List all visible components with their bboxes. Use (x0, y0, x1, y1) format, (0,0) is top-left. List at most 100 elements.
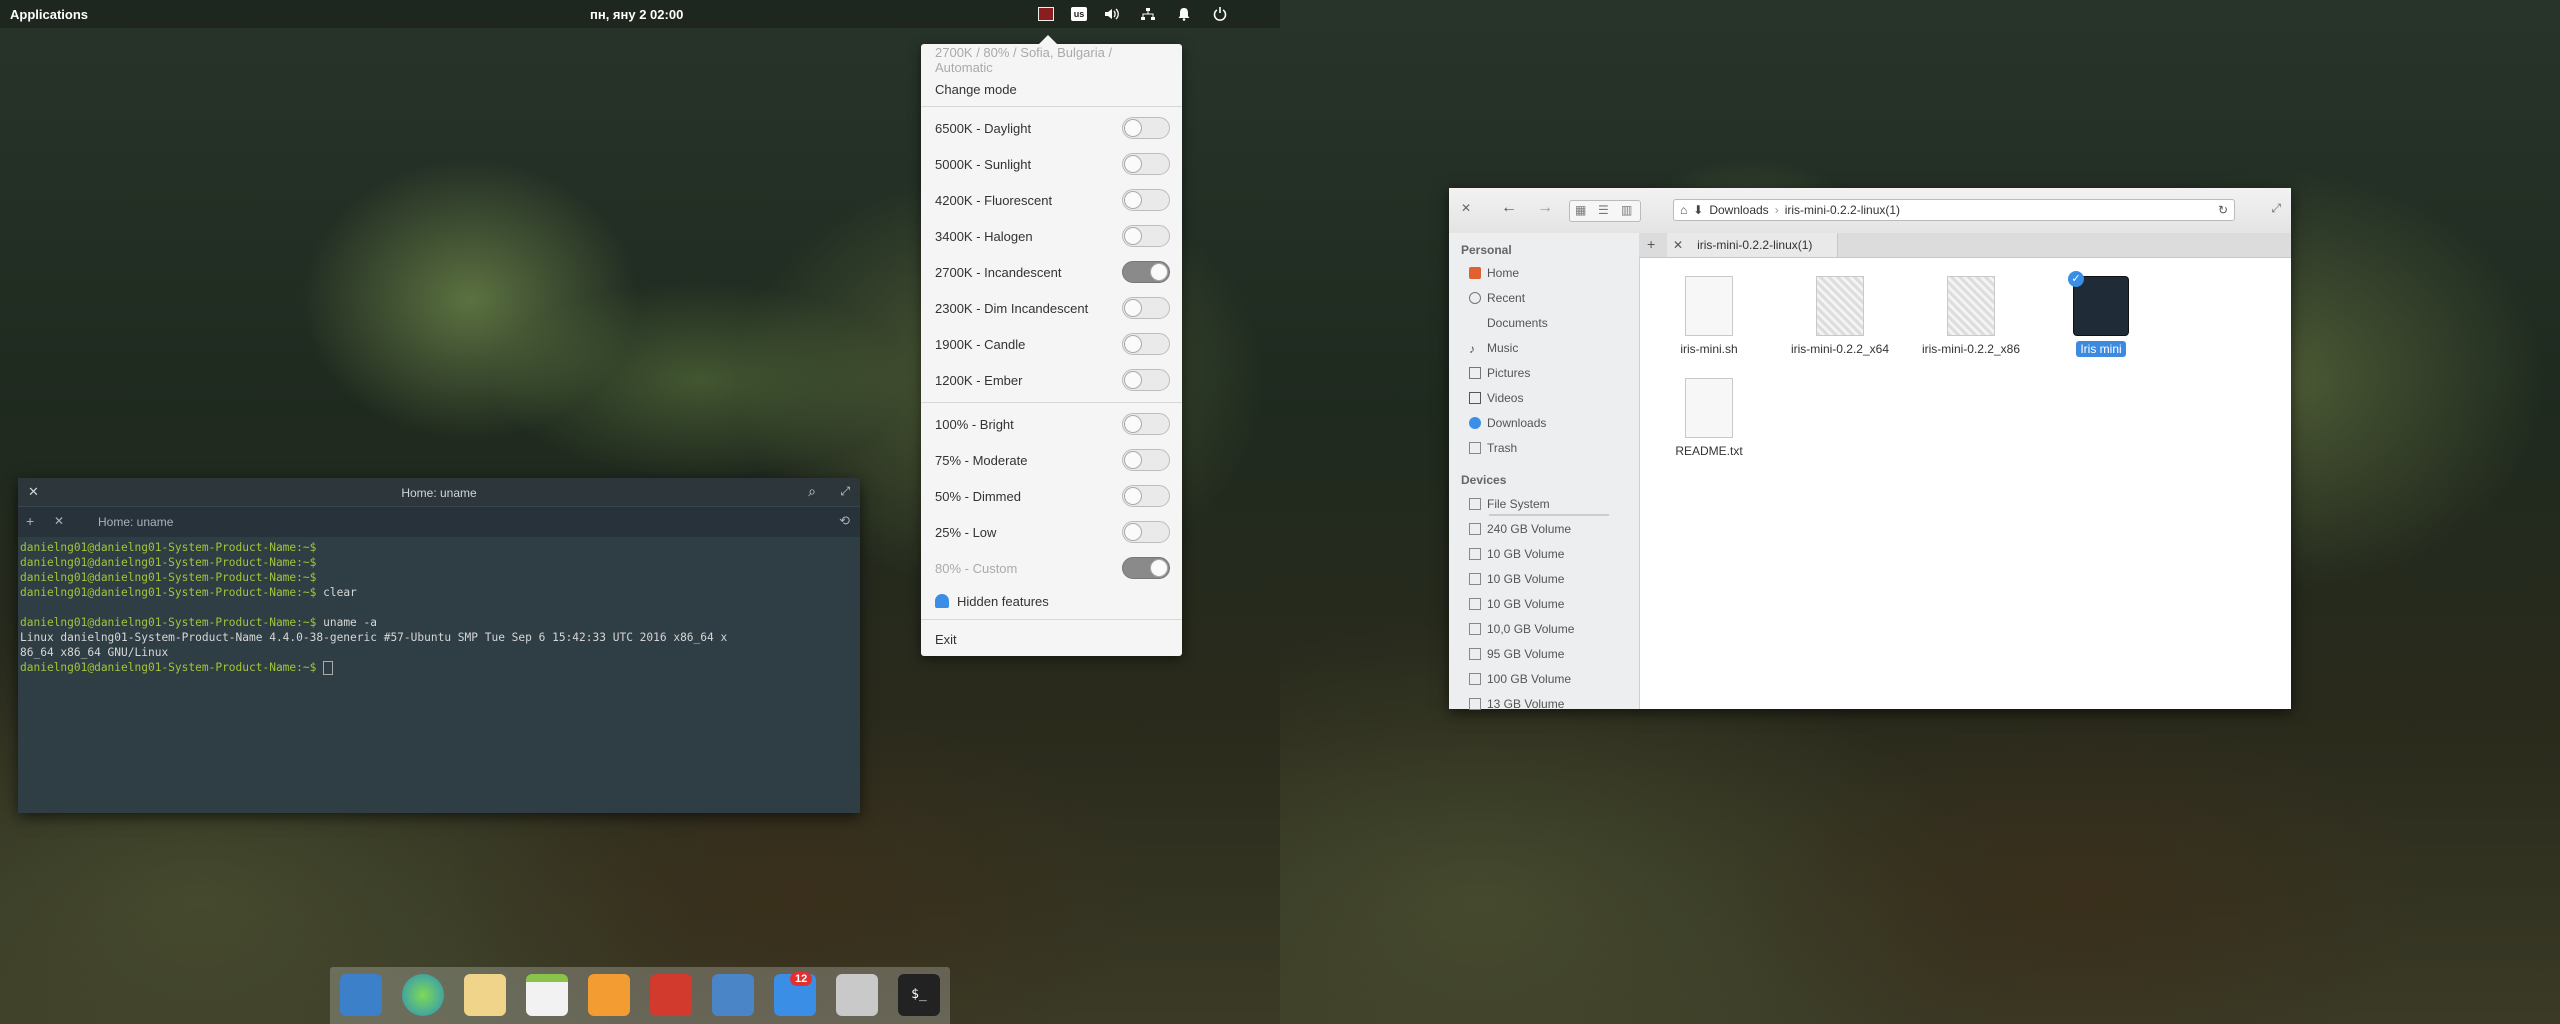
sidebar-item-device[interactable]: 10 GB Volume (1469, 570, 1564, 588)
forward-icon[interactable]: → (1537, 199, 1553, 217)
terminal-tab[interactable]: Home: uname (98, 515, 173, 529)
sidebar-item-recent[interactable]: Recent (1469, 289, 1525, 307)
toggle-switch[interactable] (1122, 521, 1170, 543)
new-tab-icon[interactable]: + (1647, 236, 1655, 252)
videos-icon[interactable] (650, 974, 692, 1016)
multitasking-view-icon[interactable] (340, 974, 382, 1016)
toggle-switch[interactable] (1122, 449, 1170, 471)
file-item-selected[interactable]: ✓ Iris mini (2041, 271, 2161, 357)
sidebar-item-device[interactable]: File System (1469, 495, 1550, 513)
sidebar-item-device[interactable]: 10 GB Volume (1469, 545, 1564, 563)
binary-file-icon (1947, 276, 1995, 336)
view-switcher[interactable]: ▦ ☰ ▥ (1569, 200, 1641, 222)
close-icon[interactable]: ✕ (1461, 201, 1471, 215)
keyboard-layout-indicator[interactable]: us (1071, 7, 1087, 21)
volume-icon[interactable] (1101, 3, 1123, 25)
change-mode-item[interactable]: Change mode (935, 78, 1170, 100)
brightness-option[interactable]: 100% - Bright (935, 413, 1170, 435)
breadcrumb[interactable]: ⌂ ⬇ Downloads › iris-mini-0.2.2-linux(1)… (1673, 199, 2235, 221)
applications-menu[interactable]: Applications (10, 7, 88, 22)
web-browser-icon[interactable] (402, 974, 444, 1016)
toggle-switch[interactable] (1122, 333, 1170, 355)
terminal-output[interactable]: danielng01@danielng01-System-Product-Nam… (20, 540, 858, 813)
brightness-option[interactable]: 25% - Low (935, 521, 1170, 543)
sidebar-item-documents[interactable]: Documents (1469, 314, 1548, 332)
files-icon[interactable] (836, 974, 878, 1016)
temp-option[interactable]: 1900K - Candle (935, 333, 1170, 355)
brightness-option[interactable]: 75% - Moderate (935, 449, 1170, 471)
sidebar-item-videos[interactable]: Videos (1469, 389, 1523, 407)
sidebar-item-device[interactable]: 10 GB Volume (1469, 595, 1564, 613)
power-icon[interactable] (1209, 3, 1231, 25)
terminal-tabbar: + ✕ Home: uname ⟲ (18, 506, 860, 537)
toggle-switch[interactable] (1122, 225, 1170, 247)
refresh-icon[interactable]: ↻ (2218, 203, 2228, 217)
file-item[interactable]: iris-mini-0.2.2_x86 (1911, 276, 2031, 356)
breadcrumb-current[interactable]: iris-mini-0.2.2-linux(1) (1785, 203, 1900, 217)
toggle-switch[interactable] (1122, 413, 1170, 435)
brightness-option-custom[interactable]: 80% - Custom (935, 557, 1170, 579)
brightness-option[interactable]: 50% - Dimmed (935, 485, 1170, 507)
back-icon[interactable]: ← (1501, 199, 1517, 217)
calendar-icon[interactable] (526, 974, 568, 1016)
sidebar-item-music[interactable]: ♪ Music (1469, 339, 1518, 357)
terminal-titlebar[interactable]: ✕ Home: uname ⌕ ⤢ (18, 478, 860, 506)
red-screen-indicator-icon[interactable] (1035, 3, 1057, 25)
toggle-switch[interactable] (1122, 117, 1170, 139)
maximize-icon[interactable]: ⤢ (840, 484, 850, 499)
toggle-switch[interactable] (1122, 485, 1170, 507)
toggle-switch[interactable] (1122, 261, 1170, 283)
bell-icon[interactable] (1173, 3, 1195, 25)
sidebar-item-device[interactable]: 240 GB Volume (1469, 520, 1571, 538)
file-item[interactable]: iris-mini.sh (1649, 276, 1769, 356)
sidebar-item-trash[interactable]: Trash (1469, 439, 1517, 457)
tab-close-icon[interactable]: ✕ (1673, 238, 1683, 252)
sidebar-item-pictures[interactable]: Pictures (1469, 364, 1530, 382)
temp-option[interactable]: 1200K - Ember (935, 369, 1170, 391)
sidebar-item-home[interactable]: Home (1469, 264, 1519, 282)
documents-icon (1469, 317, 1481, 329)
photos-icon[interactable] (712, 974, 754, 1016)
hidden-features-item[interactable]: Hidden features (935, 590, 1170, 612)
toggle-switch[interactable] (1122, 369, 1170, 391)
text-file-icon (1685, 378, 1733, 438)
terminal-title: Home: uname (401, 486, 477, 500)
temp-option[interactable]: 6500K - Daylight (935, 117, 1170, 139)
terminal-icon[interactable]: $_ (898, 974, 940, 1016)
toggle-switch[interactable] (1122, 189, 1170, 211)
sidebar-item-downloads[interactable]: Downloads (1469, 414, 1546, 432)
column-view-icon[interactable]: ▥ (1621, 203, 1632, 217)
sidebar-item-device[interactable]: 100 GB Volume (1469, 670, 1571, 688)
temp-option[interactable]: 3400K - Halogen (935, 225, 1170, 247)
breadcrumb-downloads[interactable]: Downloads (1709, 203, 1768, 217)
sidebar-item-device[interactable]: 10,0 GB Volume (1469, 620, 1574, 638)
music-icon[interactable] (588, 974, 630, 1016)
toggle-switch[interactable] (1122, 153, 1170, 175)
file-item[interactable]: README.txt (1649, 378, 1769, 458)
toggle-switch[interactable] (1122, 297, 1170, 319)
sidebar-item-device[interactable]: 95 GB Volume (1469, 645, 1564, 663)
files-tab[interactable]: ✕ iris-mini-0.2.2-linux(1) (1667, 233, 1838, 257)
search-icon[interactable]: ⌕ (808, 483, 816, 500)
temp-option[interactable]: 4200K - Fluorescent (935, 189, 1170, 211)
mail-icon[interactable] (464, 974, 506, 1016)
maximize-icon[interactable]: ⤢ (2271, 201, 2281, 216)
clock[interactable]: пн, яну 2 02:00 (590, 7, 683, 22)
file-item[interactable]: iris-mini-0.2.2_x64 (1780, 276, 1900, 356)
temp-option[interactable]: 2700K - Incandescent (935, 261, 1170, 283)
drive-icon (1469, 698, 1481, 710)
list-view-icon[interactable]: ☰ (1598, 203, 1609, 217)
new-tab-icon[interactable]: + (26, 513, 34, 529)
grid-view-icon[interactable]: ▦ (1575, 203, 1586, 217)
sidebar-item-device[interactable]: 13 GB Volume (1469, 695, 1564, 713)
network-icon[interactable] (1137, 3, 1159, 25)
temp-option[interactable]: 2300K - Dim Incandescent (935, 297, 1170, 319)
clock-icon (1469, 292, 1481, 304)
temp-option[interactable]: 5000K - Sunlight (935, 153, 1170, 175)
history-icon[interactable]: ⟲ (839, 513, 850, 529)
files-headerbar[interactable]: ✕ ← → ▦ ☰ ▥ ⌂ ⬇ Downloads › iris-mini-0.… (1449, 188, 2291, 234)
exit-item[interactable]: Exit (935, 628, 1170, 650)
home-icon[interactable]: ⌂ (1680, 203, 1687, 217)
toggle-switch[interactable] (1122, 557, 1170, 579)
tab-close-icon[interactable]: ✕ (54, 514, 64, 528)
